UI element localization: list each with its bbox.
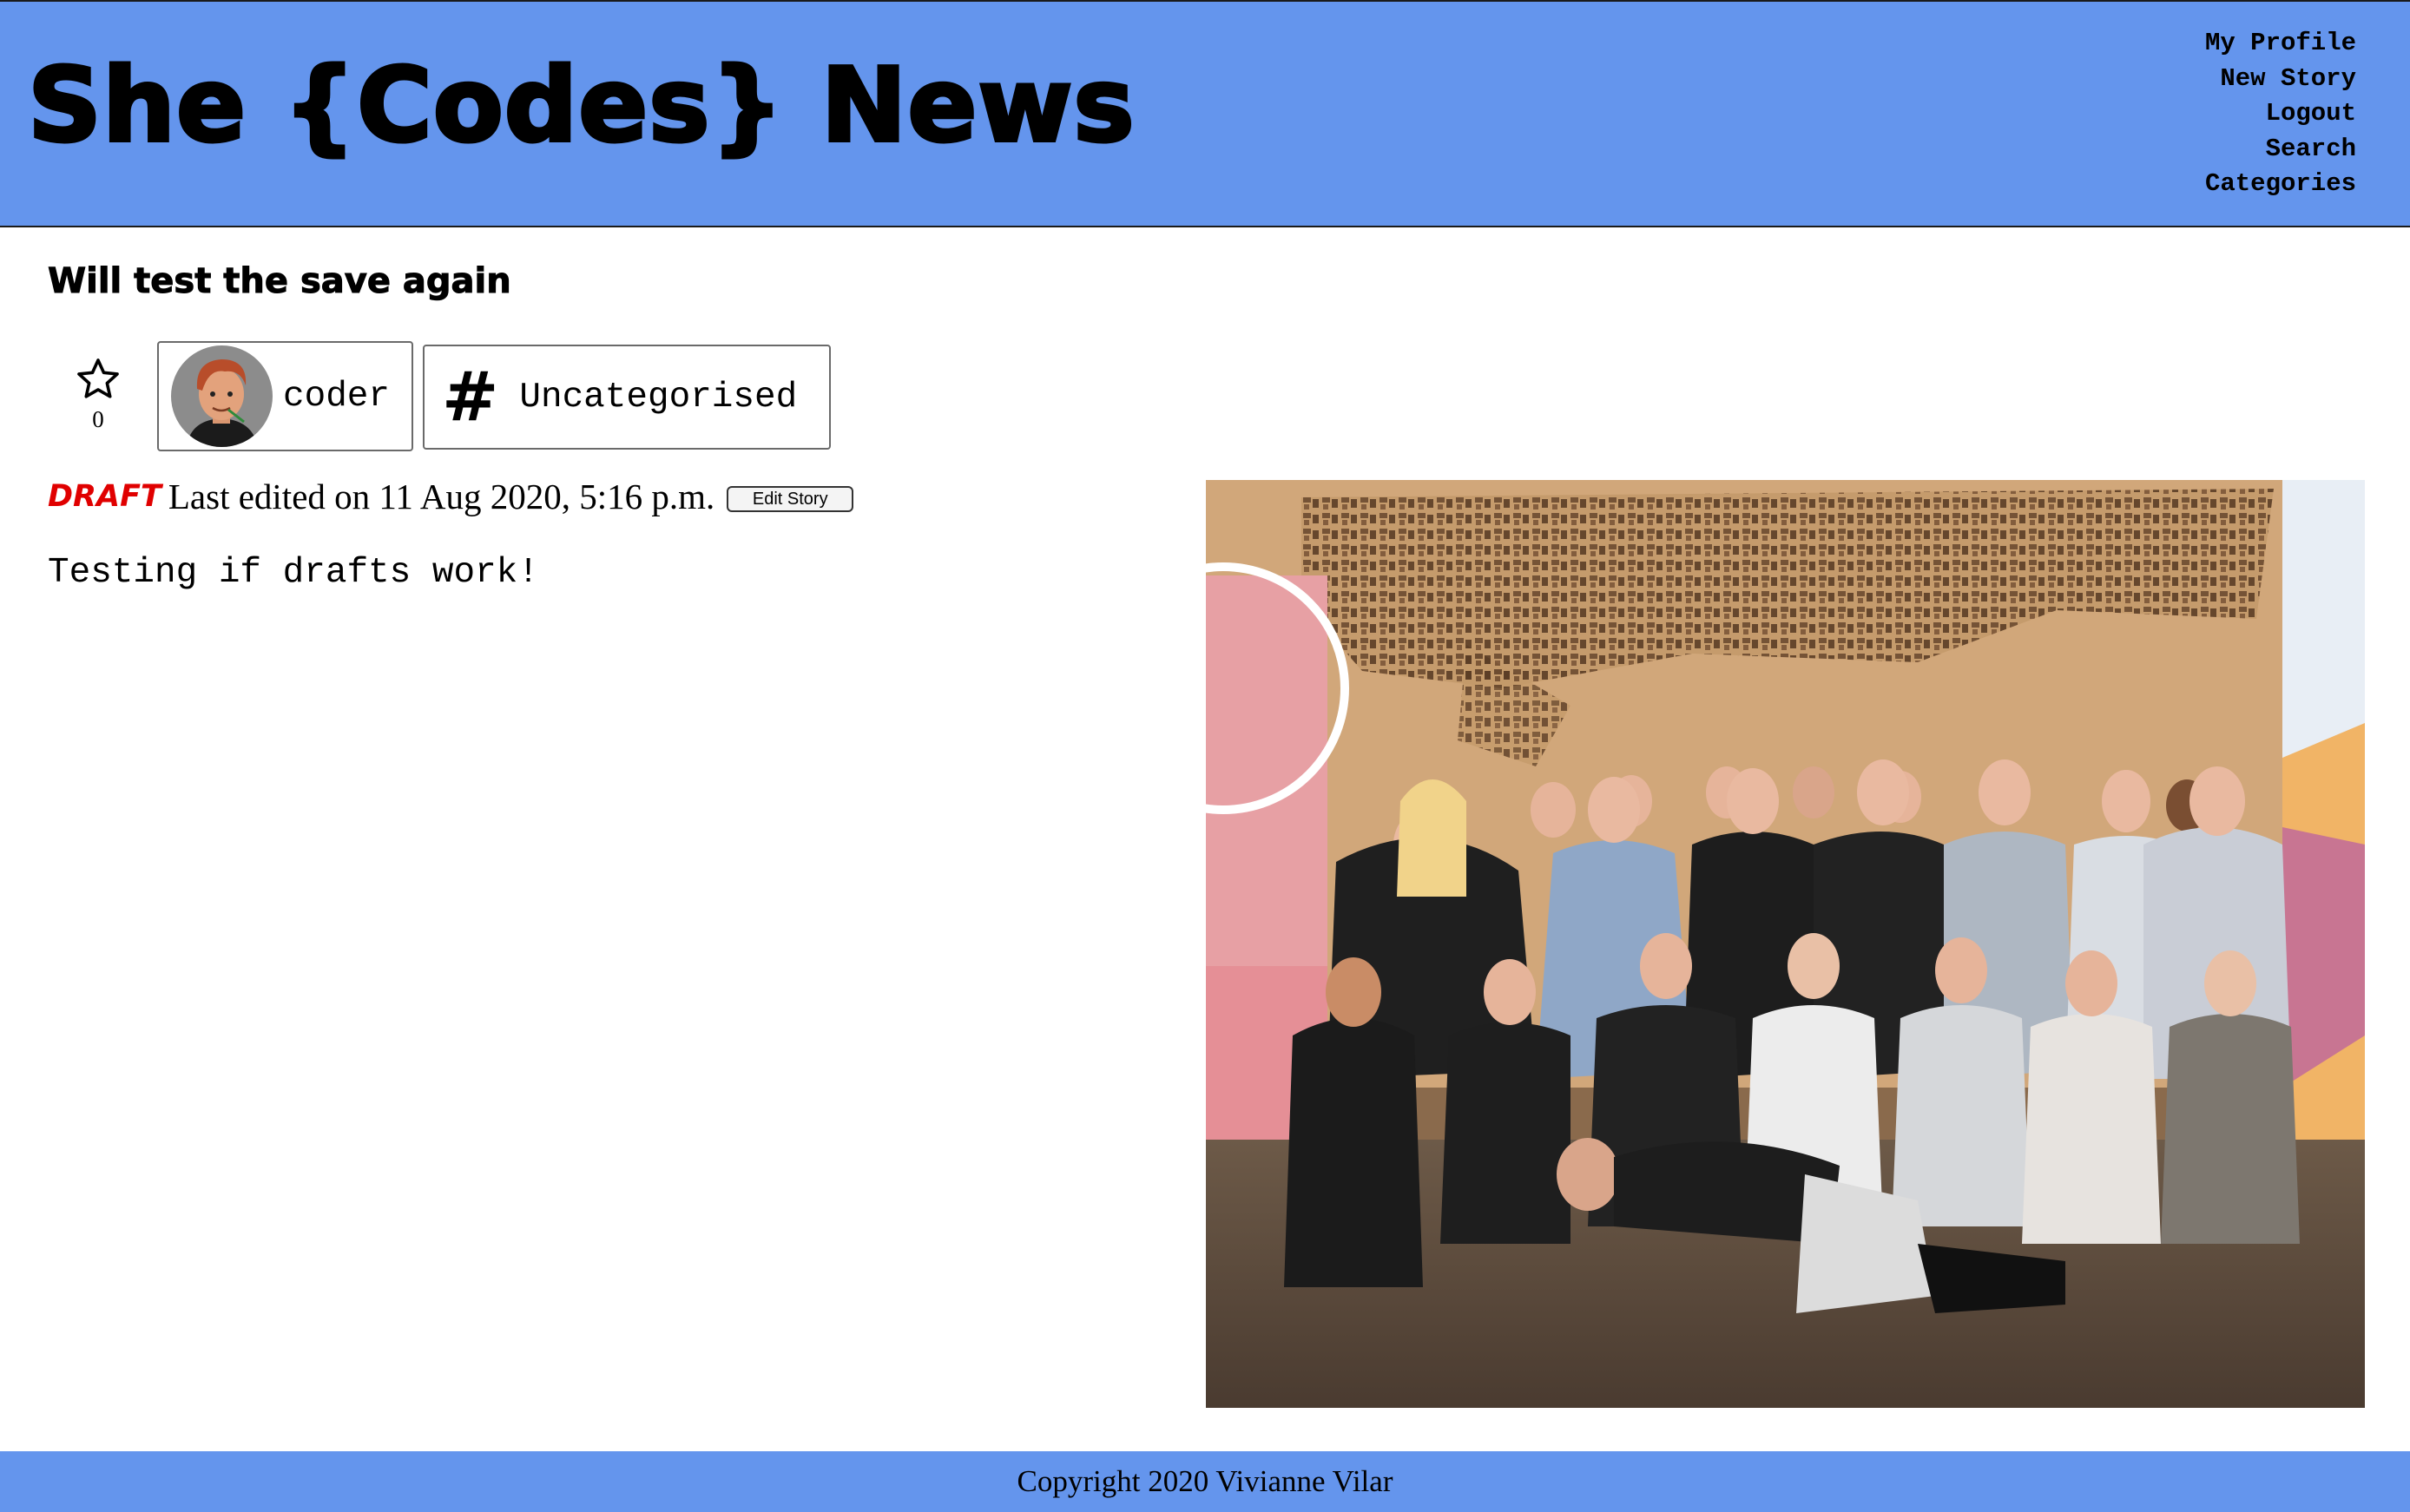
hash-icon: # bbox=[442, 358, 499, 437]
author-chip[interactable]: coder bbox=[157, 341, 413, 451]
category-chip[interactable]: # Uncategorised bbox=[423, 345, 831, 450]
site-title[interactable]: She {Codes} News bbox=[26, 47, 1136, 163]
edit-story-button[interactable]: Edit Story bbox=[727, 486, 854, 512]
story-body: Testing if drafts work! bbox=[48, 553, 539, 593]
nav-my-profile[interactable]: My Profile bbox=[2205, 26, 2356, 62]
nav-new-story[interactable]: New Story bbox=[2205, 62, 2356, 97]
story-image bbox=[1206, 480, 2365, 1408]
author-name: coder bbox=[283, 376, 391, 417]
main-nav: My Profile New Story Logout Search Categ… bbox=[2205, 26, 2356, 202]
nav-search[interactable]: Search bbox=[2205, 132, 2356, 168]
story-meta: DRAFT Last edited on 11 Aug 2020, 5:16 p… bbox=[48, 474, 854, 519]
site-footer: Copyright 2020 Vivianne Vilar bbox=[0, 1451, 2410, 1512]
copyright-text: Copyright 2020 Vivianne Vilar bbox=[1017, 1464, 1393, 1498]
draft-badge: DRAFT bbox=[48, 479, 161, 514]
site-header: She {Codes} News My Profile New Story Lo… bbox=[0, 0, 2410, 227]
story-title: Will test the save again bbox=[48, 261, 512, 302]
favourite-button[interactable]: 0 bbox=[69, 356, 127, 434]
category-name: Uncategorised bbox=[519, 377, 798, 417]
last-edited: Last edited on 11 Aug 2020, 5:16 p.m. bbox=[168, 477, 715, 516]
nav-logout[interactable]: Logout bbox=[2205, 96, 2356, 132]
star-icon bbox=[77, 358, 119, 398]
avatar bbox=[171, 345, 273, 447]
favourite-count: 0 bbox=[92, 406, 104, 432]
nav-categories[interactable]: Categories bbox=[2205, 167, 2356, 202]
